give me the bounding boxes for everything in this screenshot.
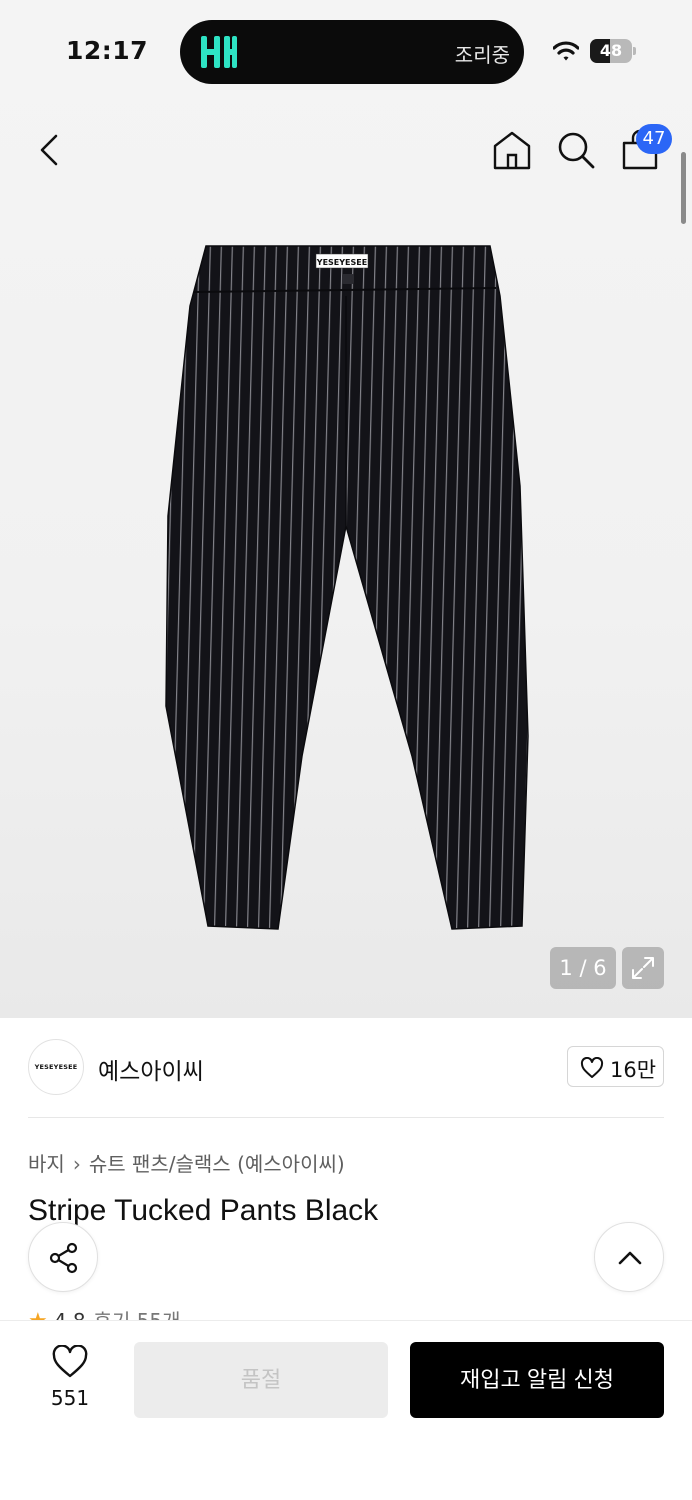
back-button[interactable] [30, 128, 70, 172]
home-button[interactable] [490, 128, 534, 172]
product-image: YESEYESEE [165, 245, 529, 930]
battery-indicator: 48 [590, 39, 636, 63]
breadcrumb-category[interactable]: 바지 [28, 1152, 65, 1176]
share-icon [49, 1242, 78, 1274]
product-like-count: 551 [50, 1386, 90, 1410]
breadcrumb-brand[interactable]: (예스아이씨) [237, 1152, 345, 1176]
scroll-indicator [681, 152, 686, 224]
brand-like-button[interactable]: 16만 [567, 1046, 664, 1087]
share-button[interactable] [28, 1222, 98, 1292]
dynamic-island[interactable]: 조리중 [180, 20, 524, 84]
product-label-text: YESEYESEE [316, 258, 367, 267]
home-icon [493, 131, 531, 170]
breadcrumb: 바지 › 슈트 팬츠/슬랙스 (예스아이씨) [28, 1148, 345, 1177]
product-title: Stripe Tucked Pants Black [28, 1194, 379, 1227]
status-time: 12:17 [66, 36, 149, 65]
battery-percent: 48 [599, 41, 623, 60]
island-status-text: 조리중 [454, 43, 510, 67]
divider [28, 1117, 664, 1118]
search-icon [558, 132, 595, 169]
chevron-left-icon [40, 134, 58, 166]
soldout-button: 품절 [134, 1342, 388, 1418]
breadcrumb-subcategory[interactable]: 슈트 팬츠/슬랙스 [89, 1152, 231, 1176]
chevron-right-icon: › [72, 1152, 81, 1176]
heart-icon [580, 1057, 604, 1078]
wifi-icon [553, 41, 579, 61]
chevron-up-icon [618, 1251, 642, 1265]
expand-image-button[interactable] [622, 947, 664, 989]
restock-alert-button[interactable]: 재입고 알림 신청 [410, 1342, 664, 1418]
brand-like-count: 16만 [610, 1058, 657, 1082]
brand-logo[interactable]: YESEYESEE [28, 1039, 84, 1095]
cart-count-badge: 47 [636, 124, 672, 154]
search-button[interactable] [554, 128, 598, 172]
scroll-to-top-button[interactable] [594, 1222, 664, 1292]
image-pager: 1 / 6 [550, 947, 616, 989]
brand-name[interactable]: 예스아이씨 [98, 1052, 204, 1086]
cooking-app-icon [201, 36, 237, 68]
status-bar: 12:17 조리중 48 [0, 0, 692, 100]
heart-icon [52, 1345, 88, 1378]
expand-icon [632, 957, 654, 979]
